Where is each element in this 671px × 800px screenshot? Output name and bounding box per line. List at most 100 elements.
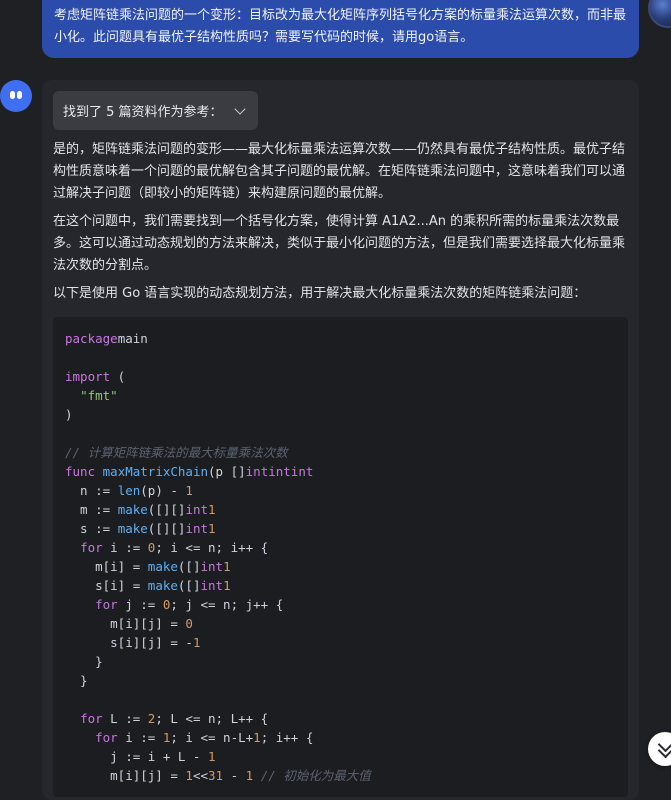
code-token: int [290, 464, 314, 479]
code-token: ([] [177, 578, 201, 593]
code-token: 1 [208, 502, 216, 517]
bot-avatar-eye-right [17, 91, 22, 99]
code-token: len [117, 483, 141, 498]
code-token: (p) - [140, 483, 186, 498]
code-line: packagemain [65, 329, 616, 348]
code-token: } [65, 654, 103, 669]
code-token: s := [65, 521, 118, 536]
code-token: ([] [177, 559, 201, 574]
code-token: ; i <= n; i++ { [155, 540, 269, 555]
user-avatar[interactable] [648, 0, 671, 28]
code-line: s[i][j] = -1 [65, 633, 616, 652]
code-token: 0 [185, 616, 193, 631]
code-token: main [117, 331, 148, 346]
code-token: 1 [223, 559, 231, 574]
bot-avatar-icon [0, 80, 32, 112]
code-token: n := [65, 483, 118, 498]
code-token: j := [117, 597, 163, 612]
code-token: L := [102, 711, 148, 726]
code-token: make [117, 502, 148, 517]
code-token: for [80, 540, 103, 555]
code-token: int [200, 559, 224, 574]
code-token: i := [117, 730, 163, 745]
code-token: 1 [223, 578, 231, 593]
code-line: ) [65, 405, 616, 424]
chevron-down-icon [234, 102, 246, 115]
code-token: 1 [253, 730, 261, 745]
code-token: m[i][j] = [65, 616, 186, 631]
code-token: } [65, 673, 88, 688]
code-token: ; i++ { [260, 730, 314, 745]
code-line: } [65, 652, 616, 671]
code-token: package [65, 331, 118, 346]
sources-toggle-button[interactable]: 找到了 5 篇资料作为参考： [53, 91, 258, 130]
code-token: ([][] [147, 521, 186, 536]
user-message-text: 考虑矩阵链乘法问题的一个变形：目标改为最大化矩阵序列括号化方案的标量乘法运算次数… [54, 8, 627, 45]
scroll-to-bottom-button[interactable] [648, 732, 671, 766]
code-line: m[i][j] = 1<<31 - 1 // 初始化为最大值 [65, 766, 616, 785]
code-line: s[i] = make([]int1 [65, 576, 616, 595]
code-line: import ( [65, 367, 616, 386]
code-token: << [192, 768, 209, 783]
code-token: int [185, 502, 209, 517]
code-line: n := len(p) - 1 [65, 481, 616, 500]
code-line: for L := 2; L <= n; L++ { [65, 709, 616, 728]
code-line: m[i][j] = 0 [65, 614, 616, 633]
code-token: ; i <= n-L+ [170, 730, 254, 745]
code-token: m := [65, 502, 118, 517]
code-token: ; L <= n; L++ { [155, 711, 269, 726]
code-token: 1 [208, 521, 216, 536]
answer-paragraph-3: 以下是使用 Go 语言实现的动态规划方法，用于解决最大化标量乘法次数的矩阵链乘法… [53, 286, 587, 301]
code-line: m := make([][]int1 [65, 500, 616, 519]
code-token: s[i][j] = - [65, 635, 193, 650]
code-token: (p [] [208, 464, 246, 479]
code-token: make [147, 559, 178, 574]
code-token: int [245, 464, 269, 479]
code-token: 1 [192, 635, 201, 650]
code-token: // 计算矩阵链乘法的最大标量乘法次数 [65, 445, 288, 460]
code-token: m[i][j] = [65, 768, 186, 783]
code-line: } [65, 671, 616, 690]
code-line: for i := 0; i <= n; i++ { [65, 538, 616, 557]
code-token: i := [102, 540, 148, 555]
code-token: for [95, 730, 118, 745]
code-token: ) [65, 407, 73, 422]
code-token: 1 [185, 483, 193, 498]
code-line: "fmt" [65, 386, 616, 405]
code-token: - [223, 768, 246, 783]
code-block[interactable]: packagemain import ( "fmt") // 计算矩阵链乘法的最大标… [53, 317, 628, 797]
code-line: for i := 1; i <= n-L+1; i++ { [65, 728, 616, 747]
code-token: ([][] [147, 502, 186, 517]
code-token: import [65, 369, 111, 384]
code-token: ; j <= n; j++ { [170, 597, 284, 612]
user-message-bubble: 考虑矩阵链乘法问题的一个变形：目标改为最大化矩阵序列括号化方案的标量乘法运算次数… [42, 0, 639, 58]
code-token: int [200, 578, 224, 593]
bot-avatar-eye-left [10, 91, 15, 99]
code-token: // 初始化为最大值 [260, 768, 371, 783]
code-line: func maxMatrixChain(p []intintint [65, 462, 616, 481]
code-token: 31 [208, 768, 224, 783]
answer-paragraph-1: 是的，矩阵链乘法问题的变形——最大化标量乘法运算次数——仍然具有最优子结构性质。… [53, 142, 626, 201]
sources-toggle-label: 找到了 5 篇资料作为参考： [63, 105, 223, 120]
code-token: int [268, 464, 291, 479]
code-token: "fmt" [80, 388, 118, 403]
answer-paragraph-2: 在这个问题中，我们需要找到一个括号化方案，使得计算 A1A2...An 的乘积所… [53, 214, 626, 273]
code-token: 1 [185, 768, 193, 783]
code-token: ( [110, 369, 126, 384]
code-line: for j := 0; j <= n; j++ { [65, 595, 616, 614]
code-line: s := make([][]int1 [65, 519, 616, 538]
code-line: m[i] = make([]int1 [65, 557, 616, 576]
code-token: int [185, 521, 209, 536]
code-token: m[i] = [65, 559, 148, 574]
code-token: for [80, 711, 103, 726]
